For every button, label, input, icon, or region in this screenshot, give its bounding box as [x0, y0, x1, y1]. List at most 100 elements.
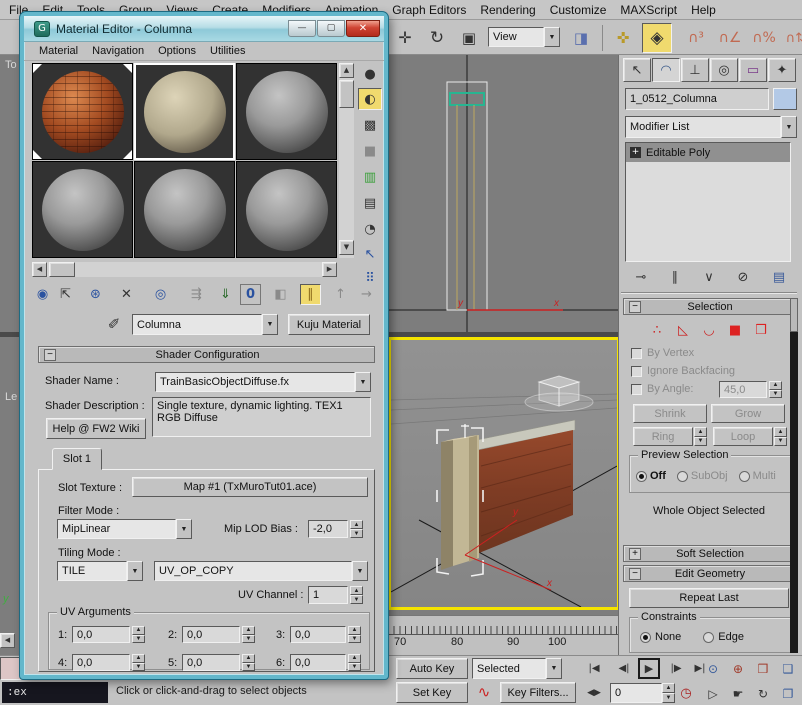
slot-texture-button[interactable]: Map #1 (TxMuroTut01.ace)	[132, 477, 368, 497]
pick-material-from-object-icon[interactable]: ✐	[104, 314, 124, 334]
menu-graph-editors[interactable]: Graph Editors	[385, 0, 473, 19]
med-menu-navigation[interactable]: Navigation	[85, 42, 151, 60]
uv-arg-5-spinner[interactable]: ▲▼	[242, 654, 255, 671]
edit-geometry-rollout-header[interactable]: − Edit Geometry	[623, 565, 795, 582]
mip-lod-bias-spinner[interactable]: ▲▼	[350, 520, 363, 538]
scrollbar-thumb[interactable]	[49, 262, 75, 277]
tiling-mode-arrow[interactable]: ▼	[127, 561, 143, 581]
tab-create-icon[interactable]: ↖	[623, 58, 651, 82]
spin-down[interactable]: ▼	[350, 529, 363, 538]
modifier-list-dropdown[interactable]: Modifier List	[625, 116, 781, 138]
remove-modifier-icon[interactable]: ⊘	[731, 267, 755, 287]
spin-up[interactable]: ▲	[694, 427, 707, 437]
constraint-edge-radio[interactable]	[703, 632, 714, 643]
default-tangents-icon[interactable]: ∿	[472, 682, 496, 703]
tab-display-icon[interactable]: ▭	[739, 58, 767, 82]
make-unique-icon[interactable]: ⇶	[186, 284, 207, 305]
material-slot-2-selected[interactable]	[134, 63, 235, 160]
scroll-down-button[interactable]: ▼	[339, 240, 354, 255]
auto-key-button[interactable]: Auto Key	[396, 658, 468, 679]
spin-down[interactable]: ▼	[350, 595, 363, 604]
by-angle-field[interactable]: 45,0	[719, 381, 767, 398]
left-viewport-label[interactable]: Le	[5, 391, 17, 403]
go-forward-to-sibling-icon[interactable]: →	[356, 284, 377, 305]
spin-up[interactable]: ▲	[242, 654, 255, 663]
scale-icon[interactable]: ▣	[456, 25, 482, 51]
pan-icon[interactable]: ☛	[727, 684, 749, 704]
spin-up[interactable]: ▲	[132, 654, 145, 663]
modifier-list-arrow[interactable]: ▼	[781, 116, 797, 138]
by-angle-checkbox[interactable]: By Angle:	[631, 383, 693, 395]
edge-subobject-icon[interactable]: ◺	[673, 321, 693, 339]
top-viewport-label[interactable]: To	[5, 59, 17, 71]
next-frame-icon[interactable]: |▶	[664, 659, 688, 678]
uv-operation-arrow[interactable]: ▼	[352, 561, 368, 581]
video-color-check-icon[interactable]: ▥	[358, 166, 382, 188]
coordsys-dropdown-arrow[interactable]: ▼	[544, 27, 560, 47]
make-unique-icon[interactable]: ∨	[697, 267, 721, 287]
spin-down[interactable]: ▼	[348, 635, 361, 644]
tiling-mode-dropdown[interactable]: TILE	[57, 561, 127, 581]
uv-arg-4-field[interactable]: 0,0	[72, 654, 130, 671]
spin-down[interactable]: ▼	[694, 437, 707, 447]
uv-arg-2-field[interactable]: 0,0	[182, 626, 240, 643]
shrink-button[interactable]: Shrink	[633, 404, 707, 423]
select-by-material-icon[interactable]: ↖	[358, 243, 382, 265]
get-material-icon[interactable]: ◉	[32, 284, 53, 305]
collapse-icon[interactable]: −	[44, 349, 56, 361]
material-slot-3[interactable]	[236, 63, 337, 160]
collapse-icon[interactable]: −	[629, 301, 641, 313]
by-angle-spinner[interactable]: ▲▼	[769, 381, 782, 398]
frame-spinner[interactable]: ▲▼	[662, 683, 675, 703]
spin-up[interactable]: ▲	[242, 626, 255, 635]
snaps-toggle-icon[interactable]: ◈	[642, 23, 672, 53]
slots-horizontal-scrollbar[interactable]: ◀ ▶	[32, 262, 337, 277]
scroll-right-button[interactable]: ▶	[322, 262, 337, 277]
preview-off-radio[interactable]	[636, 471, 647, 482]
mip-lod-bias-field[interactable]: -2,0	[308, 520, 348, 538]
backlight-icon[interactable]: ◐	[358, 88, 382, 110]
maxscript-mini-listener[interactable]: :ex	[2, 682, 108, 703]
shader-name-arrow[interactable]: ▼	[355, 372, 371, 392]
spin-down[interactable]: ▼	[348, 663, 361, 672]
maximize-viewport-icon[interactable]: ❐	[777, 684, 799, 704]
go-to-start-icon[interactable]: |◀	[582, 659, 606, 678]
loop-spinner[interactable]: ▲▼	[774, 427, 787, 446]
uv-arg-1-spinner[interactable]: ▲▼	[132, 626, 145, 643]
zoom-icon[interactable]: ⊙	[702, 659, 724, 679]
go-to-parent-icon[interactable]: ↑	[330, 284, 351, 305]
reset-map-icon[interactable]: ✕	[116, 284, 137, 305]
preview-subobj-radio[interactable]	[677, 471, 688, 482]
sample-type-icon[interactable]: ●	[358, 63, 382, 85]
selection-set-dropdown[interactable]: Selected	[472, 658, 546, 679]
minimize-button[interactable]: —	[288, 20, 316, 37]
tab-utilities-icon[interactable]: ✦	[768, 58, 796, 82]
repeat-last-button[interactable]: Repeat Last	[629, 588, 789, 608]
ring-button[interactable]: Ring	[633, 427, 693, 446]
background-icon[interactable]: ▩	[358, 114, 382, 136]
key-filters-button[interactable]: Key Filters...	[500, 682, 576, 703]
previous-frame-icon[interactable]: ◀|	[612, 659, 636, 678]
material-slot-1-active-material[interactable]	[32, 63, 133, 160]
spin-down[interactable]: ▼	[132, 635, 145, 644]
med-menu-utilities[interactable]: Utilities	[203, 42, 252, 60]
constraint-none-radio[interactable]	[640, 632, 651, 643]
scroll-left-button[interactable]: ◀	[32, 262, 47, 277]
border-subobject-icon[interactable]: ◡	[699, 321, 719, 339]
set-key-button[interactable]: Set Key	[396, 682, 468, 703]
help-fw2-wiki-button[interactable]: Help @ FW2 Wiki	[46, 418, 146, 439]
selection-rollout-header[interactable]: − Selection	[623, 298, 795, 315]
move-icon[interactable]: ✛	[392, 25, 418, 51]
grow-button[interactable]: Grow	[711, 404, 785, 423]
rotate-icon[interactable]: ↻	[424, 25, 450, 51]
expand-icon[interactable]: +	[629, 548, 641, 560]
material-name-arrow[interactable]: ▼	[262, 314, 278, 335]
top-viewport[interactable]: y x	[388, 55, 618, 332]
spin-down[interactable]: ▼	[769, 390, 782, 399]
polygon-subobject-icon[interactable]: ■	[725, 321, 745, 339]
uv-arg-6-spinner[interactable]: ▲▼	[348, 654, 361, 671]
object-color-swatch[interactable]	[773, 88, 797, 110]
tab-motion-icon[interactable]: ◎	[710, 58, 738, 82]
spin-up[interactable]: ▲	[348, 626, 361, 635]
uv-channel-spinner[interactable]: ▲▼	[350, 586, 363, 604]
